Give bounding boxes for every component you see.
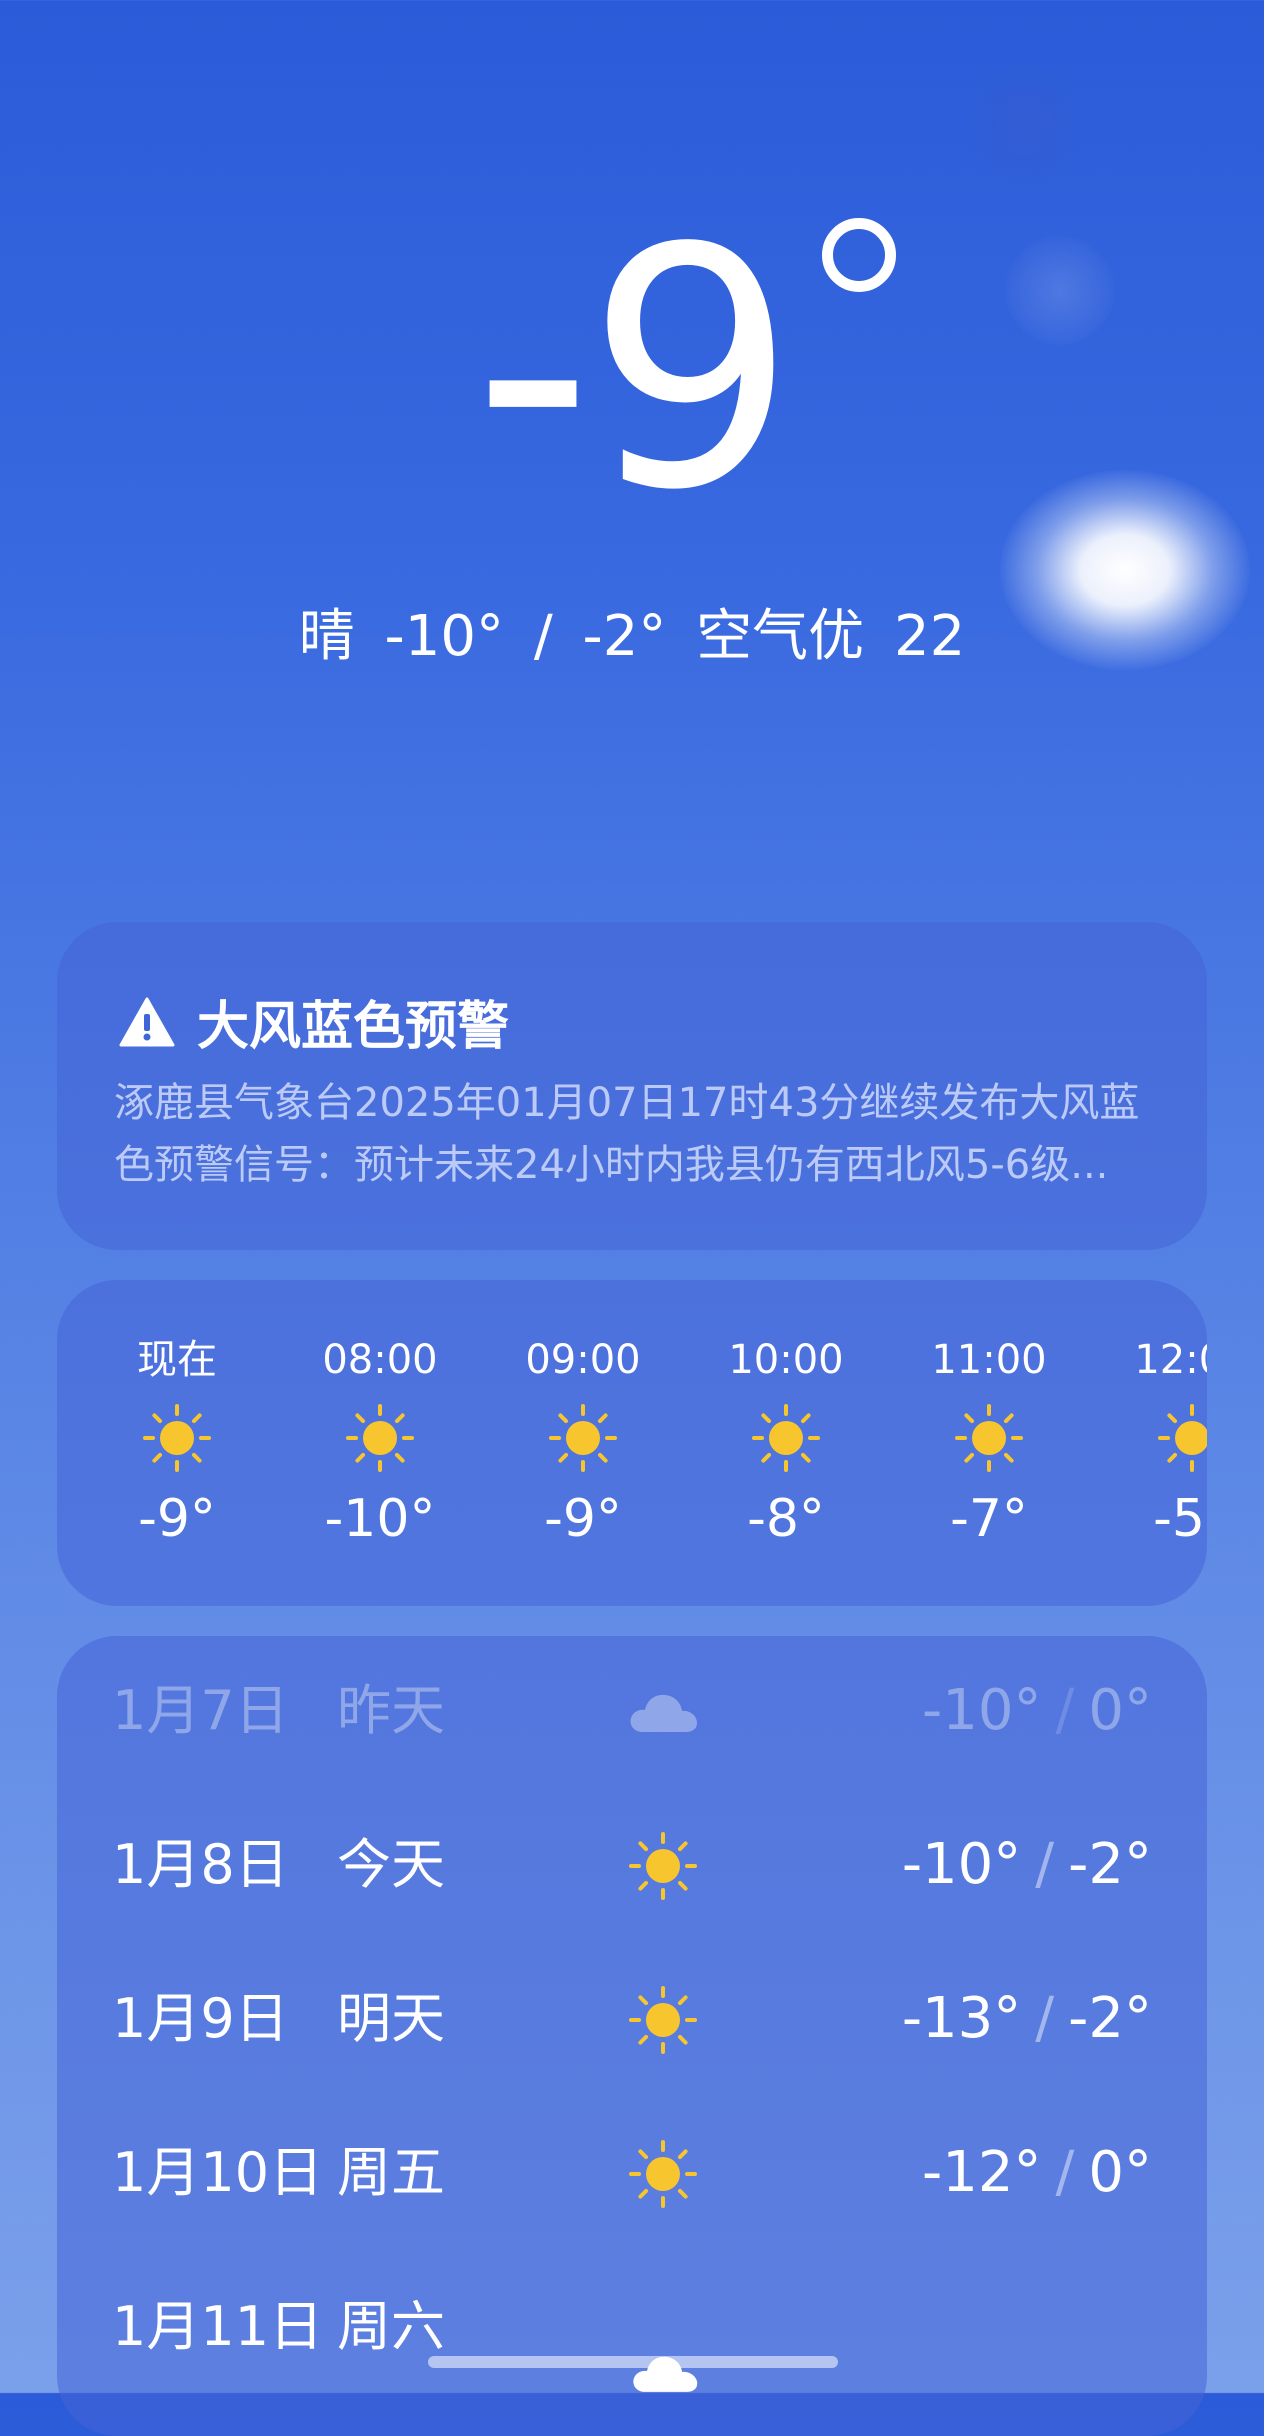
daily-temperature-range: -10°/0° bbox=[922, 1676, 1152, 1746]
cloud-icon bbox=[630, 1694, 697, 1732]
sun-icon bbox=[1158, 1404, 1207, 1472]
cloud-icon bbox=[633, 2356, 698, 2392]
hourly-time: 10:00 bbox=[728, 1337, 844, 1383]
current-high: -2° bbox=[582, 604, 667, 669]
daily-row[interactable]: 1月8日 今天 -10° / -2° bbox=[57, 1790, 1207, 1940]
hourly-item: 09:00 -9° bbox=[503, 1332, 663, 1554]
daily-low: -12° bbox=[922, 2140, 1042, 2205]
daily-temperature-range: -13° / -2° bbox=[902, 1984, 1152, 2054]
daily-date: 1月11日 bbox=[112, 2295, 324, 2358]
daily-row[interactable]: 1月9日 明天 -13° / -2° bbox=[57, 1944, 1207, 2094]
daily-range-separator: / bbox=[1035, 1832, 1055, 1897]
current-range-separator: / bbox=[533, 604, 553, 669]
degree-icon bbox=[822, 218, 896, 292]
daily-row[interactable]: 1月7日 昨天 -10°/0° bbox=[57, 1636, 1207, 1786]
air-quality-value: 22 bbox=[893, 604, 966, 669]
hourly-time: 12:00 bbox=[1134, 1337, 1207, 1383]
daily-temperature-range: -10° / -2° bbox=[902, 1830, 1152, 1900]
background-glow-decor bbox=[960, 60, 1090, 190]
daily-day-name: 明天 bbox=[337, 1987, 445, 2050]
hourly-item: 08:00 -10° bbox=[300, 1332, 460, 1554]
hourly-time: 09:00 bbox=[525, 1337, 641, 1383]
warning-icon bbox=[119, 997, 175, 1046]
daily-date: 1月8日 bbox=[112, 1833, 289, 1896]
hourly-temperature: -5° bbox=[1153, 1489, 1207, 1549]
alert-description: 涿鹿县气象台2025年01月07日17时43分继续发布大风蓝色预警信号：预计未来… bbox=[114, 1080, 1140, 1188]
daily-range-separator: / bbox=[1055, 1678, 1075, 1743]
hourly-time: 现在 bbox=[137, 1337, 217, 1383]
sun-icon bbox=[629, 2140, 697, 2208]
sun-icon bbox=[629, 1986, 697, 2054]
current-condition: 晴 bbox=[298, 604, 355, 669]
daily-low: -13° bbox=[901, 1986, 1022, 2051]
daily-temperature-range bbox=[1124, 2292, 1152, 2362]
hourly-temperature: -9° bbox=[138, 1489, 216, 1549]
current-temperature: -9 bbox=[473, 178, 796, 562]
sun-icon bbox=[752, 1404, 820, 1472]
hourly-time: 08:00 bbox=[322, 1337, 438, 1383]
hourly-item: 现在 -9° bbox=[97, 1332, 257, 1554]
daily-day-name: 今天 bbox=[337, 1833, 445, 1896]
hourly-item: 11:00 -7° bbox=[909, 1332, 1069, 1554]
hourly-forecast-card[interactable]: 现在 -9° 08:00 -10° 09:00 -9° 10:00 -8° 11… bbox=[57, 1280, 1207, 1606]
daily-low: -10° bbox=[901, 1832, 1022, 1897]
daily-high: -2° bbox=[1068, 1986, 1152, 2051]
current-weather: -9 晴 -10° / -2° 空气优 22 bbox=[0, 190, 1264, 669]
daily-range-separator: / bbox=[1035, 1986, 1055, 2051]
hourly-item: 10:00 -8° bbox=[706, 1332, 866, 1554]
daily-forecast-card[interactable]: 1月7日 昨天 -10°/0° 1月8日 今天 -10° / -2° 1月9日 明天… bbox=[57, 1636, 1207, 2436]
daily-day-name: 昨天 bbox=[337, 1679, 445, 1742]
hourly-temperature: -10° bbox=[324, 1489, 436, 1549]
hourly-temperature: -9° bbox=[544, 1489, 622, 1549]
sun-icon bbox=[143, 1404, 211, 1472]
sun-icon bbox=[346, 1404, 414, 1472]
hourly-time: 11:00 bbox=[931, 1337, 1047, 1383]
alert-title: 大风蓝色预警 bbox=[197, 997, 510, 1057]
daily-date: 1月7日 bbox=[112, 1679, 289, 1742]
hourly-temperature: -8° bbox=[747, 1489, 825, 1549]
hourly-temperature: -7° bbox=[950, 1489, 1028, 1549]
daily-temperature-range: -12°/0° bbox=[922, 2138, 1152, 2208]
hourly-item: 12:00 -5° bbox=[1112, 1332, 1207, 1554]
current-temperature-row: -9 bbox=[0, 190, 1264, 550]
air-quality-label: 空气优 bbox=[696, 604, 865, 669]
current-summary[interactable]: 晴 -10° / -2° 空气优 22 bbox=[0, 602, 1264, 672]
weather-alert-card[interactable]: 大风蓝色预警 涿鹿县气象台2025年01月07日17时43分继续发布大风蓝色预警… bbox=[57, 922, 1207, 1250]
daily-range-separator: / bbox=[1055, 2140, 1075, 2205]
daily-day-name: 周五 bbox=[337, 2141, 445, 2204]
sun-icon bbox=[549, 1404, 617, 1472]
current-low: -10° bbox=[384, 604, 505, 669]
alert-title-row: 大风蓝色预警 bbox=[119, 984, 509, 1059]
sun-icon bbox=[955, 1404, 1023, 1472]
daily-date: 1月10日 bbox=[112, 2141, 324, 2204]
daily-day-name: 周六 bbox=[337, 2295, 445, 2358]
daily-high: 0° bbox=[1088, 1678, 1152, 1743]
daily-row[interactable]: 1月10日 周五 -12°/0° bbox=[57, 2098, 1207, 2248]
daily-date: 1月9日 bbox=[112, 1987, 289, 2050]
daily-high: -2° bbox=[1068, 1832, 1152, 1897]
daily-low: -10° bbox=[922, 1678, 1042, 1743]
daily-high: 0° bbox=[1088, 2140, 1152, 2205]
sun-icon bbox=[629, 1832, 697, 1900]
